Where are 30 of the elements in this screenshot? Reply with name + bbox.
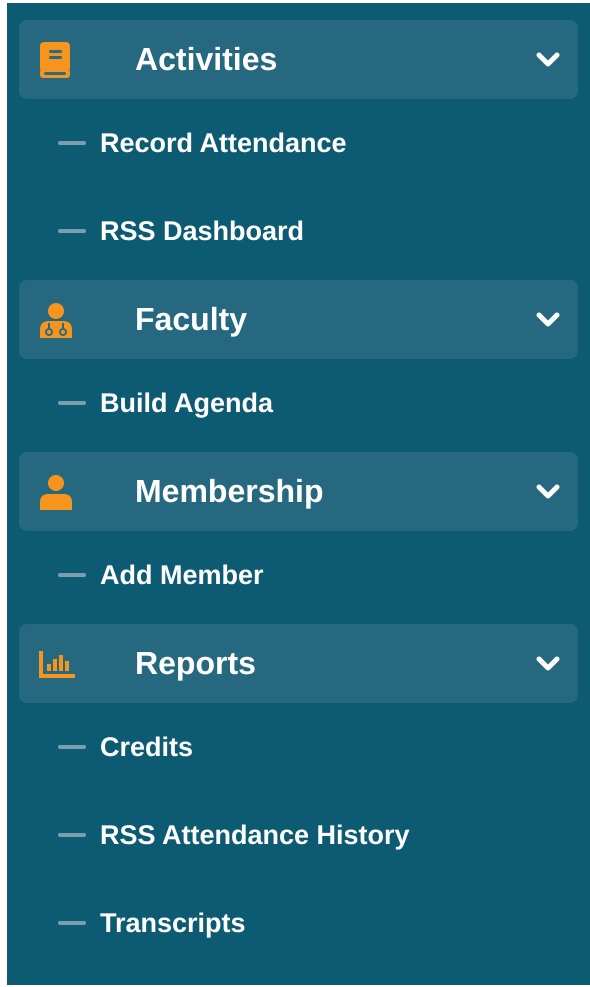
section-title: Membership — [135, 473, 324, 510]
menu-link[interactable]: RSS Attendance History — [100, 820, 410, 850]
menu-section-header[interactable]: Activities — [19, 20, 578, 99]
section-title: Faculty — [135, 301, 248, 338]
menu-link[interactable]: RSS Dashboard — [100, 216, 304, 246]
menu-link[interactable]: Credits — [100, 732, 194, 762]
dash-icon — [58, 141, 86, 145]
menu-link[interactable]: Transcripts — [100, 908, 246, 938]
doctor-icon — [38, 302, 74, 338]
menu-section-header[interactable]: Membership — [19, 452, 578, 531]
person-icon — [38, 474, 74, 510]
dash-icon — [58, 921, 86, 925]
section-title: Reports — [135, 645, 257, 682]
bar-chart-icon — [38, 648, 76, 678]
dash-icon — [58, 573, 86, 577]
dash-icon — [58, 745, 86, 749]
chevron-down-icon — [536, 312, 560, 328]
book-icon — [38, 42, 72, 78]
menu-section-header[interactable]: Faculty — [19, 280, 578, 359]
chevron-down-icon — [536, 52, 560, 68]
menu-link[interactable]: Record Attendance — [100, 128, 347, 158]
menu-link[interactable]: Add Member — [100, 560, 264, 590]
chevron-down-icon — [536, 656, 560, 672]
menu-link[interactable]: Build Agenda — [100, 388, 273, 418]
chevron-down-icon — [536, 484, 560, 500]
menu-section-header[interactable]: Reports — [19, 624, 578, 703]
dash-icon — [58, 401, 86, 405]
section-title: Activities — [135, 41, 278, 78]
dash-icon — [58, 229, 86, 233]
dash-icon — [58, 833, 86, 837]
